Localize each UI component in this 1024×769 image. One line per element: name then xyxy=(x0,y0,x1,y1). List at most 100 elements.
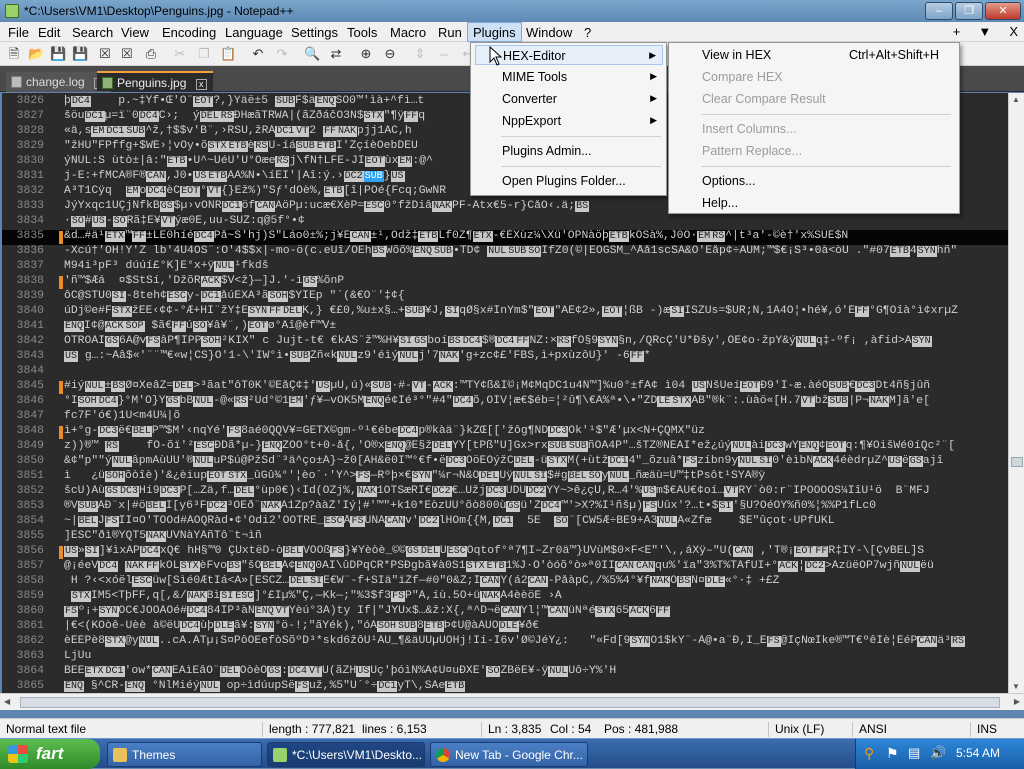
maximize-button[interactable]: ❐ xyxy=(955,2,983,20)
close-all-icon[interactable]: ☒ xyxy=(119,46,135,62)
scroll-down-icon[interactable]: ▼ xyxy=(1012,682,1020,691)
menu-item-mime-tools[interactable]: MIME Tools ▶ xyxy=(475,67,663,87)
vertical-scroll-thumb[interactable] xyxy=(1011,457,1023,467)
menu-language[interactable]: Language xyxy=(225,25,283,40)
new-file-icon[interactable]: 🗎 xyxy=(6,46,22,62)
menu-item-insert-columns[interactable]: Insert Columns... xyxy=(673,119,955,139)
replace-icon[interactable]: ⇄ xyxy=(328,46,344,62)
open-file-icon[interactable]: 📂 xyxy=(28,46,44,62)
menu-run[interactable]: Run xyxy=(438,25,462,40)
tab-close-icon[interactable]: x xyxy=(195,79,207,90)
editor-line[interactable]: US»SI]¥ìxÂPDC4xQ€ hH§™0 ÇÜxtëD-òBELVÕÕßF… xyxy=(64,545,1008,557)
editor-line[interactable]: ôC@ŠTU0SI-8teh¢ESCy-DC1åúEXÄ³ãSOH$ŸÎEp "… xyxy=(64,290,1008,302)
flag-tray-icon[interactable]: ⚑ xyxy=(886,745,899,762)
sync-horizontal-icon[interactable]: ⇔ xyxy=(436,46,452,62)
editor-line[interactable]: |€<(KÒòê-Ûèè à©ëÛDC4ùþDLEã¥:SYN°ö-!;"ãYé… xyxy=(64,620,1008,632)
editor-line[interactable]: ì ¿üSOHõòîè)'&¿èiupEOT STX_ûGû¾°'¦èo´·'Ý^… xyxy=(64,470,1008,482)
editor-line[interactable]: ì+°g-DC3ë€BELP™$M'‹nqÝé'FS8aé0QQV¥=GETX©… xyxy=(64,425,1008,437)
menu-item-converter[interactable]: Converter ▶ xyxy=(475,89,663,109)
editor-line[interactable]: z))®™ RS fÕ-õï'²ESCÐDã*µ-}ENQŽÕO°t+0-å{,… xyxy=(64,440,1008,452)
editor-line[interactable]: ÔTRÓÃÍGS6Ã@vFSâP¶ÎPPSOH²KIX" c¯Jujt-t€ €… xyxy=(64,335,1008,347)
menu-item-view-in-hex[interactable]: View in HEX Ctrl+Alt+Shift+H xyxy=(673,45,955,65)
zoom-in-icon[interactable]: ⊕ xyxy=(358,46,374,62)
paste-icon[interactable]: 📋 xyxy=(220,46,236,62)
scroll-up-icon[interactable]: ▲ xyxy=(1012,95,1020,104)
horizontal-scroll-thumb[interactable] xyxy=(20,697,1000,708)
menu-item-help[interactable]: Help... xyxy=(673,193,955,213)
save-all-icon[interactable]: 💾 xyxy=(72,46,88,62)
menu-item-pattern-replace[interactable]: Pattern Replace... xyxy=(673,141,955,161)
menu-file[interactable]: File xyxy=(8,25,29,40)
editor-line[interactable]: úDj©e#FSTXžÊÈ‹¢¢-°Æ+HI¨žŸ‡ÊSYN FF DELK,}¯€… xyxy=(64,305,1008,317)
editor-line[interactable]: @¡éeVDC4 NAK FFkOLSTXèFvoBS"šÖBELÁ¢ENQ0ÃI… xyxy=(64,560,1008,572)
editor-line[interactable]: -Xcú†'ÓH!Y'Ž lb'4U4ÒŠ¨:O'4$$x|-mo-ö(c.eÜ… xyxy=(64,245,1008,257)
menu-item-hex-editor[interactable]: HEX-Editor ▶ xyxy=(475,45,663,65)
menu-settings[interactable]: Settings xyxy=(291,25,338,40)
editor-line[interactable]: H ?‹<xóëlESCüw[Sìé0ÆtIá<Ä»[ESCZ…DEL SIË€W… xyxy=(64,575,1008,587)
editor-line[interactable]: &d…#ä¹ETX™FF±LE0híéDC4På~Š'hj)Š"Láo0±%;j… xyxy=(64,230,1008,242)
menu-macro[interactable]: Macro xyxy=(390,25,426,40)
taskbar-item-chrome[interactable]: New Tab - Google Chr... xyxy=(430,742,588,767)
menu-search[interactable]: Search xyxy=(72,25,113,40)
scroll-left-icon[interactable]: ◀ xyxy=(4,697,10,706)
menu-tools[interactable]: Tools xyxy=(347,25,377,40)
menu-item-clear-compare-result[interactable]: Clear Compare Result xyxy=(673,89,955,109)
menu-item-open-plugins-folder[interactable]: Open Plugins Folder... xyxy=(475,171,663,191)
new-tab-icon[interactable]: + xyxy=(953,24,961,39)
zoom-out-icon[interactable]: ⊖ xyxy=(382,46,398,62)
editor-line[interactable]: LjUu xyxy=(64,650,1008,662)
taskbar-item-notepadpp[interactable]: *C:\Users\VM1\Deskto... xyxy=(267,742,425,767)
sync-vertical-icon[interactable]: ⇕ xyxy=(412,46,428,62)
close-tab-icon[interactable]: X xyxy=(1009,24,1018,39)
editor-line[interactable]: 'ñ™$Æá ¤$ŠtŠí,'DžõRACK$V<ž}—]J.'-ìGS%õnP xyxy=(64,275,1008,287)
editor-line[interactable]: °ISOH DC4}°M'Ó}ÝGSbBNUL-@«RS²Ud°©1EM'ƒ¥—v… xyxy=(64,395,1008,407)
tab-change-log[interactable]: change.log x xyxy=(6,72,112,92)
print-icon[interactable]: ⎙ xyxy=(143,46,159,62)
menu-item-compare-hex[interactable]: Compare HEX xyxy=(673,67,955,87)
editor-line[interactable]: BEEETX DC1'ow*CANEAìEâÕ¨DELOòèÕGS:DC4 VTÛ(… xyxy=(64,665,1008,677)
title-bar[interactable]: *C:\Users\VM1\Desktop\Penguins.jpg - Not… xyxy=(0,0,1024,22)
editor-line[interactable]: fc7F'ó€)1Û<m4Ü¼|õ xyxy=(64,410,1008,422)
editor-line[interactable]: ·SO#US-SORã‡E¥VTýæ0É,uu-SUŽ:q@5f°•¢ xyxy=(64,215,1008,227)
menu-help[interactable]: ? xyxy=(584,25,591,40)
editor-line[interactable]: èÉÉPè8STX@yNUL..cÃ.ÃTµ¡S¤PôÕËefòŠõºD³*sk… xyxy=(64,635,1008,647)
editor-line[interactable]: FSº¡+SYNÕC€JÕÕÃÕé#DC484IP³àÑENQ VTŸèú°3Ã)… xyxy=(64,605,1008,617)
menu-window[interactable]: Window xyxy=(526,25,572,40)
editor-line[interactable]: ~|BELJFSÎÌ¤Ô'TÕÔd#ÁÓQRàd•¢'Ôdi2'ÔÖTRÈ_ES… xyxy=(64,515,1008,527)
editor-line[interactable]: STXÍM5<TþFF,q[,&/NAKBìSI ESC]°£Iµ%"Ç,—Kk—… xyxy=(64,590,1008,602)
horizontal-scrollbar[interactable]: ◀ ▶ xyxy=(0,693,1024,710)
editor-line[interactable]: šcÜ)ÃùGS DC3Hí9DC3P[…Žä,f…DEL°ùp0€)‹Ìd(ÔZ… xyxy=(64,485,1008,497)
redo-icon[interactable]: ↷ xyxy=(274,46,290,62)
menu-view[interactable]: View xyxy=(121,25,149,40)
menu-item-nppexport[interactable]: NppExport ▶ xyxy=(475,111,663,131)
copy-icon[interactable]: ❐ xyxy=(196,46,212,62)
editor-line[interactable]: US¯g…:~Ââ$«'¨¨™€«w¦CS}Ò'1-\'IW°ì•SUBŽñ«k… xyxy=(64,350,1008,362)
clock[interactable]: 5:54 AM xyxy=(956,746,1000,760)
tab-list-icon[interactable]: ▼ xyxy=(978,24,991,39)
menu-plugins[interactable]: Plugins xyxy=(467,22,522,42)
minimize-button[interactable]: – xyxy=(925,2,953,20)
network-tray-icon[interactable]: ▤ xyxy=(908,745,920,761)
close-window-button[interactable]: ✕ xyxy=(985,2,1021,20)
volume-tray-icon[interactable]: 🔊 xyxy=(930,745,946,761)
undo-icon[interactable]: ↶ xyxy=(250,46,266,62)
menu-item-plugins-admin[interactable]: Plugins Admin... xyxy=(475,141,663,161)
menu-item-options[interactable]: Options... xyxy=(673,171,955,191)
scroll-right-icon[interactable]: ▶ xyxy=(1014,697,1020,706)
search-tray-icon[interactable]: ⚲ xyxy=(864,745,874,762)
tab-penguins-jpg[interactable]: Penguins.jpg x xyxy=(97,71,213,91)
close-file-icon[interactable]: ☒ xyxy=(97,46,113,62)
taskbar-item-themes[interactable]: Themes xyxy=(107,742,262,767)
menu-encoding[interactable]: Encoding xyxy=(162,25,216,40)
editor-line[interactable]: ]ÈSC"ðì®ŸQT5NAKUVNàŸÂñTô¨t¬ìñ xyxy=(64,530,1008,542)
save-icon[interactable]: 💾 xyxy=(50,46,66,62)
find-icon[interactable]: 🔍 xyxy=(304,46,320,62)
cut-icon[interactable]: ✂ xyxy=(172,46,188,62)
editor-line[interactable]: ENQ §^CR-ENQ °NlMiéýNUL op÷ìdúupŠëFSuž,%… xyxy=(64,680,1008,692)
editor-line[interactable]: ®VSUBÃÐ¨x|#öBELÏ[y6³FDC2³ÓEð¨NAKÃ1Zp?ààŽ… xyxy=(64,500,1008,512)
editor-line[interactable]: M94i³pF³ dúúí£°K]E°x+ÿNUL¹fkdš xyxy=(64,260,1008,272)
editor-line[interactable]: &¢"p""ýNULâpmÀùÛÛ'®NULuP$ú@PžŠd¨³ä^ço±Ã}… xyxy=(64,455,1008,467)
vertical-scrollbar[interactable]: ▲ ▼ xyxy=(1008,93,1024,693)
editor-line[interactable]: #iýNUL±BSØ¤XeâZ=DEL>³ãat"ôT0K'©EåÇ¢‡'USµ… xyxy=(64,380,1008,392)
menu-edit[interactable]: Edit xyxy=(38,25,60,40)
